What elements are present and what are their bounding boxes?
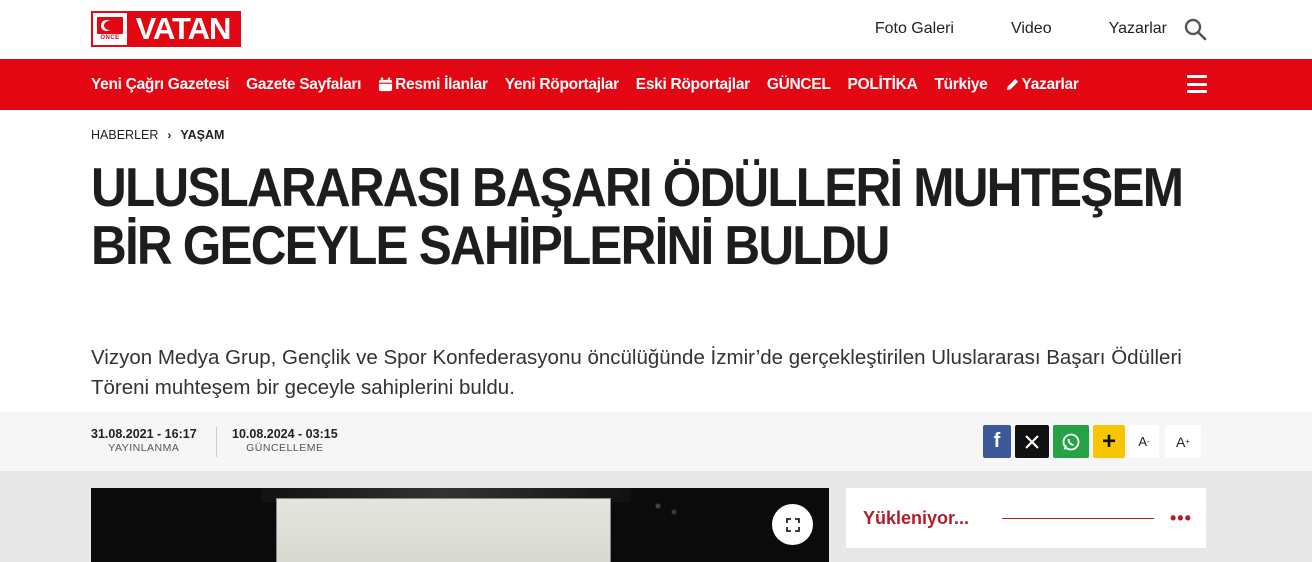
top-link-video[interactable]: Video xyxy=(1011,19,1052,39)
breadcrumb: HABERLER › YAŞAM xyxy=(91,128,224,142)
updated-date: 10.08.2024 - 03:15 GÜNCELLEME xyxy=(232,427,338,454)
share-more-button[interactable]: + xyxy=(1093,425,1125,458)
nav-item-guncel[interactable]: GÜNCEL xyxy=(767,76,831,94)
font-increase-button[interactable]: A + xyxy=(1165,425,1201,458)
published-date: 31.08.2021 - 16:17 YAYINLANMA xyxy=(91,427,197,454)
calendar-icon xyxy=(379,77,393,92)
breadcrumb-current[interactable]: YAŞAM xyxy=(180,128,224,142)
sidebar-widget: Yükleniyor... ••• xyxy=(846,488,1206,548)
font-decrease-button[interactable]: A- xyxy=(1129,425,1159,458)
pen-icon xyxy=(1006,78,1018,91)
menu-icon[interactable] xyxy=(1187,75,1207,93)
nav-item-eski-roportajlar[interactable]: Eski Röportajlar xyxy=(636,76,750,94)
x-icon xyxy=(1025,434,1039,449)
stage-screen xyxy=(276,498,611,562)
chevron-right-icon: › xyxy=(167,128,172,142)
nav-item-yazarlar[interactable]: Yazarlar xyxy=(1005,76,1079,94)
nav-item-resmi-ilanlar[interactable]: Resmi İlanlar xyxy=(378,76,488,94)
top-link-foto-galeri[interactable]: Foto Galeri xyxy=(875,19,954,39)
top-link-yazarlar[interactable]: Yazarlar xyxy=(1109,19,1167,39)
article-title: ULUSLARARASI BAŞARI ÖDÜLLERİ MUHTEŞEM Bİ… xyxy=(91,156,1184,276)
expand-icon xyxy=(785,517,800,532)
flag-icon: ÖNCE xyxy=(93,13,127,45)
nav-item-yeni-roportajlar[interactable]: Yeni Röportajlar xyxy=(505,76,619,94)
top-header: ÖNCE VATAN Foto Galeri Video Yazarlar xyxy=(0,0,1312,59)
facebook-icon: f xyxy=(993,430,1001,452)
logo-text: VATAN xyxy=(135,11,232,46)
nav-item-politika[interactable]: POLİTİKA xyxy=(848,76,918,94)
more-icon[interactable]: ••• xyxy=(1170,508,1192,529)
share-x-button[interactable] xyxy=(1015,425,1049,458)
sidebar-title-line xyxy=(1002,518,1154,519)
search-icon[interactable] xyxy=(1183,17,1207,41)
meta-divider xyxy=(216,427,217,457)
article-image xyxy=(91,488,829,562)
plus-icon: + xyxy=(1101,427,1116,455)
fullscreen-button[interactable] xyxy=(772,504,813,545)
breadcrumb-home[interactable]: HABERLER xyxy=(91,128,158,142)
nav-item-gazete-sayfalari[interactable]: Gazete Sayfaları xyxy=(246,76,361,94)
share-whatsapp-button[interactable] xyxy=(1053,425,1089,458)
share-facebook-button[interactable]: f xyxy=(983,425,1011,458)
main-nav: Yeni Çağrı Gazetesi Gazete Sayfaları Res… xyxy=(0,59,1312,110)
whatsapp-icon xyxy=(1062,433,1080,450)
article-spot: Vizyon Medya Grup, Gençlik ve Spor Konfe… xyxy=(91,346,1182,399)
site-logo[interactable]: ÖNCE VATAN xyxy=(91,11,241,47)
top-links: Foto Galeri Video Yazarlar xyxy=(875,19,1167,39)
sidebar-title: Yükleniyor... xyxy=(863,508,970,528)
nav-item-turkiye[interactable]: Türkiye xyxy=(934,76,987,94)
nav-item-yeni-cagri[interactable]: Yeni Çağrı Gazetesi xyxy=(91,76,229,94)
